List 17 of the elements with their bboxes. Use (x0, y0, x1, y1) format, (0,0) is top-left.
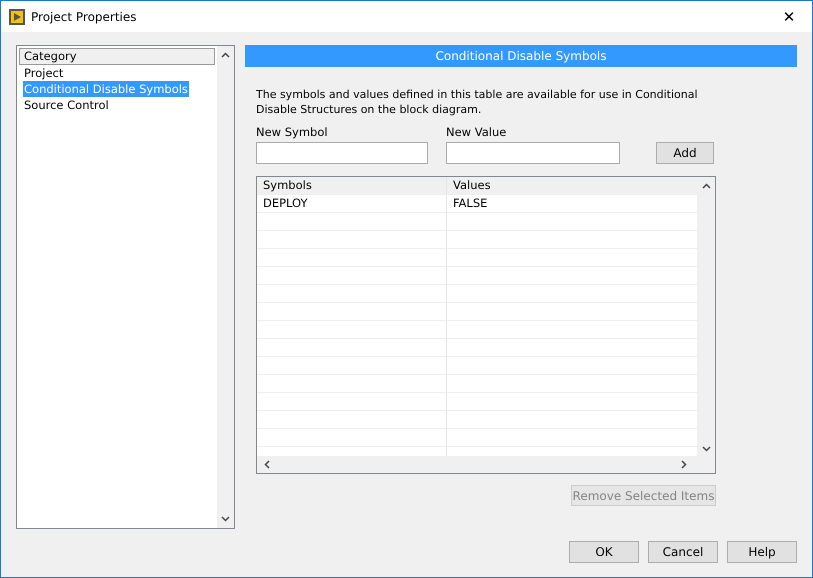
table-cell-text: FALSE (452, 195, 488, 212)
close-button[interactable]: ✕ (766, 8, 812, 26)
panel-title: Conditional Disable Symbols (245, 45, 797, 67)
field-label: New Value (446, 125, 508, 139)
window-title: Project Properties (31, 10, 138, 24)
column-header[interactable]: Symbols (257, 177, 447, 194)
description-text: The symbols and values defined in this table are available for use in Conditional Disable Structures on the block diagram. (256, 87, 699, 117)
dialog-button[interactable]: Help (727, 541, 797, 563)
table-cell: DEPLOY (257, 195, 447, 212)
dialog-button[interactable]: Cancel (648, 541, 718, 563)
field-label: New Symbol (256, 125, 329, 139)
add-button[interactable]: Add (656, 142, 714, 164)
category-item[interactable]: Source Control (19, 97, 215, 113)
category-item[interactable]: Project (19, 65, 215, 81)
category-header: Category (19, 48, 215, 65)
dialog-button[interactable]: OK (569, 541, 639, 563)
column-header[interactable]: Values (447, 177, 491, 194)
